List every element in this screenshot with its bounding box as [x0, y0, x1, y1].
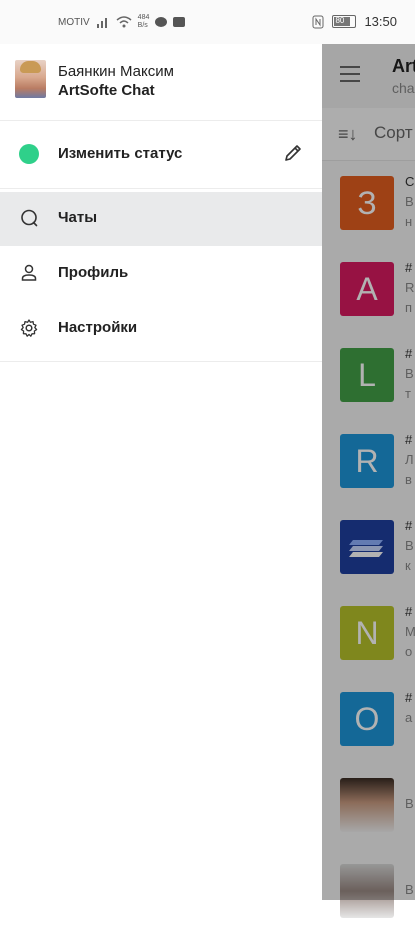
drawer-header[interactable]: Баянкин Максим ArtSofte Chat — [0, 44, 322, 120]
menu-item-chats[interactable]: Чаты — [0, 192, 322, 246]
user-name: Баянкин Максим — [58, 63, 174, 80]
menu-item-label: Настройки — [58, 319, 138, 336]
change-status-label: Изменить статус — [58, 145, 183, 162]
menu-item-label: Профиль — [58, 264, 129, 281]
gear-icon — [20, 319, 38, 337]
status-indicator-icon — [19, 144, 39, 164]
system-status-bar: MOTIV 484 B/s 80 13:50 — [0, 0, 415, 44]
menu-item-profile[interactable]: Профиль — [0, 247, 322, 301]
nfc-icon — [312, 15, 324, 28]
net-speed-indicator: 484 B/s — [138, 14, 150, 30]
battery-icon: 80 — [332, 15, 357, 28]
clock: 13:50 — [364, 14, 397, 29]
notification-icon — [155, 17, 168, 27]
menu-item-settings[interactable]: Настройки — [0, 302, 322, 356]
pencil-icon[interactable] — [282, 142, 304, 164]
wifi-icon — [116, 16, 132, 28]
divider — [0, 188, 322, 189]
app-name: ArtSofte Chat — [58, 82, 155, 99]
signal-icon — [96, 18, 107, 28]
divider — [0, 361, 322, 362]
change-status-button[interactable]: Изменить статус — [0, 124, 322, 186]
net-speed-value: 484 — [137, 14, 150, 21]
avatar — [15, 60, 46, 98]
battery-level: 80 — [335, 16, 345, 25]
net-speed-unit: B/s — [137, 22, 148, 29]
menu-item-label: Чаты — [58, 209, 98, 226]
carrier-label: MOTIV — [58, 16, 90, 28]
chat-bubble-icon — [21, 209, 38, 227]
navigation-drawer: Баянкин Максим ArtSofte Chat Изменить ст… — [0, 44, 322, 900]
divider — [0, 120, 322, 121]
person-icon — [21, 264, 37, 281]
mail-icon — [173, 17, 186, 27]
